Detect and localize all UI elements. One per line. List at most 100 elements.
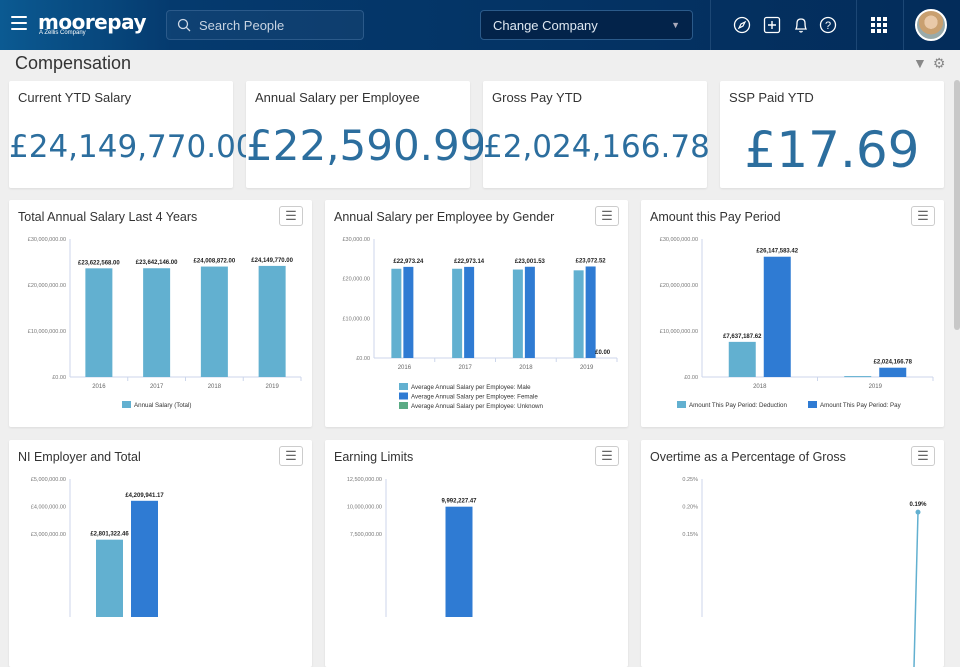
data-label: £22,973.14 — [454, 259, 485, 265]
kpi-value: £24,149,770.00 — [9, 129, 256, 165]
bar — [403, 266, 414, 358]
data-label: £26,147,583.42 — [756, 249, 798, 255]
kpi-card-ssp-paid-ytd: SSP Paid YTD £17.69 — [720, 81, 944, 188]
data-label: £23,642,146.00 — [136, 260, 178, 266]
bar — [85, 268, 113, 377]
gear-icon[interactable]: ⚙ — [933, 55, 946, 72]
search-input[interactable] — [199, 17, 349, 33]
data-point — [915, 509, 921, 515]
bar — [763, 256, 791, 377]
legend-label: Amount This Pay Period: Deduction — [689, 402, 787, 409]
add-icon[interactable] — [762, 15, 782, 35]
chart-svg: 0.15% 0.20% 0.25% 0.19% — [682, 477, 927, 667]
data-label: £22,973.24 — [393, 259, 424, 265]
data-label: £2,024,166.78 — [874, 360, 913, 366]
avatar[interactable] — [915, 9, 947, 41]
y-tick-label: £20,000,000.00 — [660, 283, 698, 289]
change-company-label: Change Company — [493, 17, 598, 33]
x-tick-label: 2016 — [92, 384, 106, 390]
chart-svg: 7,500,000.00 10,000,000.00 12,500,000.00 9,… — [347, 477, 477, 617]
search-icon — [177, 18, 191, 32]
chart-svg: £0.00 £10,000,000.00 £20,000,000.00 £30,000… — [28, 237, 302, 409]
y-tick-label: £3,000,000.00 — [31, 532, 66, 538]
legend-swatch — [677, 401, 686, 408]
apps-grid-icon[interactable] — [869, 15, 889, 35]
scrollbar[interactable] — [954, 80, 960, 330]
menu-icon[interactable] — [11, 16, 27, 30]
logo-subtitle: A Zellis Company — [39, 30, 86, 36]
y-tick-label: 12,500,000.00 — [347, 477, 382, 483]
help-icon[interactable]: ? — [818, 15, 838, 35]
kpi-card-gross-pay-ytd: Gross Pay YTD £2,024,166.78 — [483, 81, 710, 188]
y-tick-label: 0.15% — [682, 532, 698, 538]
x-tick-label: 2019 — [580, 365, 594, 371]
data-label: £23,622,568.00 — [78, 260, 120, 266]
legend-swatch — [808, 401, 817, 408]
y-tick-label: £30,000,000.00 — [660, 237, 698, 243]
bar — [131, 500, 158, 617]
kpi-value: £17.69 — [744, 121, 920, 179]
bar — [844, 376, 872, 378]
y-tick-label: £10,000,000.00 — [28, 329, 66, 335]
bar — [200, 266, 228, 377]
x-tick-label: 2017 — [458, 365, 472, 371]
x-tick-label: 2017 — [150, 384, 164, 390]
divider — [903, 0, 904, 50]
bar — [512, 269, 523, 358]
y-tick-label: 7,500,000.00 — [350, 532, 382, 538]
compass-icon[interactable] — [732, 15, 752, 35]
chart-card: Overtime as a Percentage of Gross ☰ 0.15% 0… — [641, 440, 944, 667]
data-label: £2,801,322.46 — [90, 532, 129, 538]
bar — [585, 266, 596, 358]
kpi-label: Annual Salary per Employee — [255, 90, 420, 105]
bar — [573, 270, 584, 358]
kpi-card-current-ytd-salary: Current YTD Salary £24,149,770.00 — [9, 81, 256, 188]
chart-card: Total Annual Salary Last 4 Years ☰ £0.00 £1… — [9, 200, 312, 427]
bar — [143, 268, 171, 377]
y-tick-label: 0.25% — [682, 477, 698, 483]
x-tick-label: 2018 — [519, 365, 533, 371]
bar — [258, 265, 286, 377]
y-tick-label: £30,000,000.00 — [28, 237, 66, 243]
y-tick-label: £20,000.00 — [342, 277, 370, 283]
chart-svg: £0.00 £10,000,000.00 £20,000,000.00 £30,000… — [660, 237, 934, 409]
filter-icon[interactable]: ▼ — [913, 55, 927, 72]
legend-label: Annual Salary (Total) — [134, 402, 191, 409]
y-tick-label: £10,000.00 — [342, 316, 370, 322]
chart-card: Earning Limits ☰ 7,500,000.00 10,000,000.00… — [325, 440, 628, 667]
data-label: £7,637,187.62 — [723, 334, 762, 340]
data-label: 0.19% — [909, 502, 927, 508]
bar — [445, 506, 473, 617]
kpi-label: SSP Paid YTD — [729, 90, 814, 105]
bell-icon[interactable] — [791, 15, 811, 35]
legend-swatch — [122, 401, 131, 408]
bar — [524, 266, 535, 358]
y-tick-label: £5,000,000.00 — [31, 477, 66, 483]
y-tick-label: £0.00 — [52, 375, 66, 381]
chart-svg: £3,000,000.00 £4,000,000.00 £5,000,000.00 £… — [31, 477, 164, 617]
y-tick-label: 0.20% — [682, 505, 698, 511]
change-company-select[interactable]: Change Company ▼ — [480, 10, 693, 40]
data-label: 9,992,227.47 — [441, 499, 477, 505]
data-label: £24,008,872.00 — [194, 259, 236, 265]
series-line — [913, 512, 919, 667]
caret-down-icon: ▼ — [671, 20, 680, 30]
bar — [391, 268, 402, 358]
y-tick-label: £30,000.00 — [342, 237, 370, 243]
search-box[interactable] — [166, 10, 364, 40]
top-header: moorepay A Zellis Company Change Company… — [0, 0, 960, 50]
y-tick-label: £4,000,000.00 — [31, 505, 66, 511]
legend-label: Average Annual Salary per Employee: Male — [411, 384, 531, 391]
kpi-value: £2,024,166.78 — [483, 129, 710, 165]
y-tick-label: £20,000,000.00 — [28, 283, 66, 289]
y-tick-label: £10,000,000.00 — [660, 329, 698, 335]
kpi-label: Current YTD Salary — [18, 90, 132, 105]
chart-card: Amount this Pay Period ☰ £0.00 £10,000,000.… — [641, 200, 944, 427]
bar — [879, 367, 907, 377]
y-tick-label: £0.00 — [356, 356, 370, 362]
legend-label: Average Annual Salary per Employee: Unkn… — [411, 403, 544, 410]
divider — [856, 0, 857, 50]
page-title: Compensation — [15, 53, 132, 73]
chart-svg: £0.00 £10,000.00 £20,000.00 £30,000.00 2016 2… — [342, 237, 618, 410]
chart-card: NI Employer and Total ☰ £3,000,000.00 £4,00… — [9, 440, 312, 667]
